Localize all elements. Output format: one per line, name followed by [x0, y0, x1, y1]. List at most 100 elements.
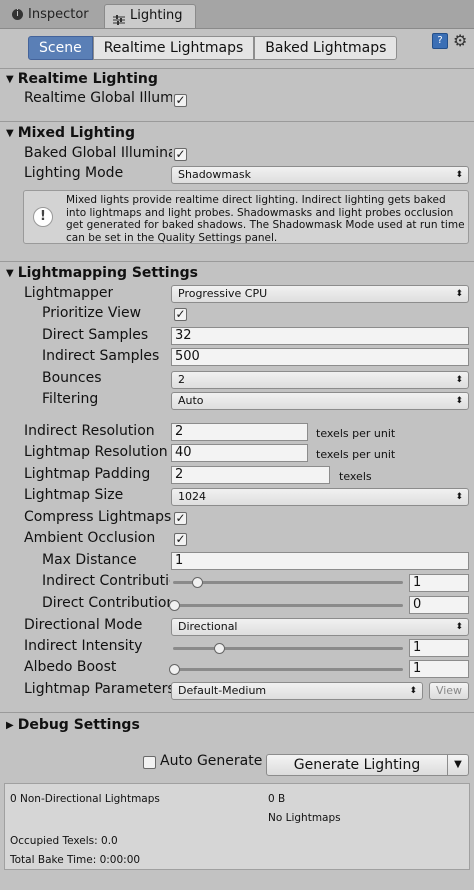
indirect-contribution-label: Indirect Contributio	[42, 573, 170, 589]
indirect-intensity-slider-handle[interactable]	[214, 643, 225, 654]
foldout-expanded-icon: ▼	[6, 74, 14, 85]
lightmap-resolution-label: Lightmap Resolution	[24, 444, 168, 460]
tab-realtime-lightmaps[interactable]: Realtime Lightmaps	[92, 36, 255, 60]
tab-inspector[interactable]: i Inspector	[4, 4, 100, 26]
lightmap-size-dropdown[interactable]: 1024 ⬍	[171, 488, 469, 506]
indirect-contribution-field[interactable]: 1	[409, 574, 469, 592]
max-distance-label: Max Distance	[42, 552, 137, 568]
dropdown-arrow-icon: ⬍	[455, 492, 463, 502]
lightmap-resolution-unit: texels per unit	[316, 448, 396, 461]
lightmapper-label: Lightmapper	[24, 285, 114, 301]
realtime-gi-checkbox[interactable]: ✓	[174, 94, 187, 107]
direct-contribution-slider-handle[interactable]	[169, 600, 180, 611]
ambient-occlusion-checkbox[interactable]: ✓	[174, 533, 187, 546]
indirect-intensity-label: Indirect Intensity	[24, 638, 143, 654]
auto-generate-label: Auto Generate	[160, 753, 263, 769]
lightmapper-dropdown[interactable]: Progressive CPU ⬍	[171, 285, 469, 303]
info-icon: i	[12, 9, 23, 20]
generate-lighting-button[interactable]: Generate Lighting	[266, 754, 448, 776]
indirect-samples-field[interactable]: 500	[171, 348, 469, 366]
view-button[interactable]: View	[429, 682, 469, 700]
albedo-boost-slider-track[interactable]	[173, 668, 403, 671]
direct-contribution-field[interactable]: 0	[409, 596, 469, 614]
section-title: Mixed Lighting	[17, 125, 136, 141]
indirect-contribution-slider-track[interactable]	[173, 581, 403, 584]
indirect-resolution-label: Indirect Resolution	[24, 423, 155, 439]
bounces-value: 2	[178, 373, 185, 386]
bounces-dropdown[interactable]: 2 ⬍	[171, 371, 469, 389]
ambient-occlusion-label: Ambient Occlusion	[24, 530, 156, 546]
section-divider	[0, 261, 474, 262]
compress-lightmaps-checkbox[interactable]: ✓	[174, 512, 187, 525]
tab-inspector-label: Inspector	[28, 7, 89, 22]
lightmapper-value: Progressive CPU	[178, 287, 268, 300]
info-text: Mixed lights provide realtime direct lig…	[66, 194, 465, 244]
tab-scene[interactable]: Scene	[28, 36, 93, 60]
occupied-texels: Occupied Texels: 0.0	[10, 835, 118, 847]
dropdown-arrow-icon: ⬍	[455, 622, 463, 632]
lightmap-padding-field[interactable]: 2	[171, 466, 330, 484]
indirect-samples-label: Indirect Samples	[42, 348, 160, 364]
lighting-mode-dropdown[interactable]: Shadowmask ⬍	[171, 166, 469, 184]
dropdown-arrow-icon: ⬍	[455, 170, 463, 180]
dropdown-arrow-icon: ⬍	[455, 375, 463, 385]
auto-generate-checkbox[interactable]	[143, 756, 156, 769]
directional-mode-value: Directional	[178, 620, 238, 633]
filtering-value: Auto	[178, 394, 204, 407]
filtering-label: Filtering	[42, 391, 99, 407]
prioritize-view-label: Prioritize View	[42, 305, 142, 321]
indirect-intensity-slider-track[interactable]	[173, 647, 403, 650]
direct-contribution-slider-track[interactable]	[173, 604, 403, 607]
direct-samples-label: Direct Samples	[42, 327, 149, 343]
max-distance-field[interactable]: 1	[171, 552, 469, 570]
no-lightmaps-text: No Lightmaps	[268, 812, 341, 824]
lighting-mode-value: Shadowmask	[178, 168, 251, 181]
dropdown-arrow-icon: ⬍	[455, 396, 463, 406]
lightmap-padding-label: Lightmap Padding	[24, 466, 151, 482]
total-bake-time: Total Bake Time: 0:00:00	[10, 854, 141, 866]
tab-lighting-label: Lighting	[130, 8, 183, 23]
section-header-realtime[interactable]: ▼ Realtime Lighting	[6, 71, 158, 87]
lightmap-size-label: Lightmap Size	[24, 487, 124, 503]
mixed-lighting-info-box: ! Mixed lights provide realtime direct l…	[23, 190, 469, 244]
dropdown-arrow-icon: ⬍	[455, 289, 463, 299]
section-header-debug[interactable]: ▶ Debug Settings	[6, 717, 140, 733]
book-icon[interactable]: ?	[432, 33, 448, 49]
albedo-boost-label: Albedo Boost	[24, 659, 117, 675]
direct-samples-field[interactable]: 32	[171, 327, 469, 345]
directional-mode-dropdown[interactable]: Directional ⬍	[171, 618, 469, 636]
section-title: Lightmapping Settings	[17, 265, 198, 281]
baked-gi-label: Baked Global Illumina	[24, 145, 172, 161]
section-title: Realtime Lighting	[17, 71, 158, 87]
bounces-label: Bounces	[42, 370, 102, 386]
generate-lighting-menu-button[interactable]: ▼	[447, 754, 469, 776]
baked-gi-checkbox[interactable]: ✓	[174, 148, 187, 161]
section-header-lightmapping[interactable]: ▼ Lightmapping Settings	[6, 265, 198, 281]
lightmap-parameters-dropdown[interactable]: Default-Medium ⬍	[171, 682, 423, 700]
indirect-intensity-field[interactable]: 1	[409, 639, 469, 657]
lightmap-size-value: 1024	[178, 490, 206, 503]
lightmaps-size: 0 B	[268, 793, 286, 805]
albedo-boost-field[interactable]: 1	[409, 660, 469, 678]
section-divider	[0, 121, 474, 122]
realtime-gi-label: Realtime Global Illumi	[24, 90, 172, 106]
compress-lightmaps-label: Compress Lightmaps	[24, 509, 172, 525]
tab-baked-lightmaps[interactable]: Baked Lightmaps	[254, 36, 398, 60]
lightmap-resolution-field[interactable]: 40	[171, 444, 308, 462]
prioritize-view-checkbox[interactable]: ✓	[174, 308, 187, 321]
foldout-expanded-icon: ▼	[6, 268, 14, 279]
indirect-resolution-field[interactable]: 2	[171, 423, 308, 441]
indirect-contribution-slider-handle[interactable]	[192, 577, 203, 588]
lighting-mode-label: Lighting Mode	[24, 165, 124, 181]
section-divider	[0, 68, 474, 69]
albedo-boost-slider-handle[interactable]	[169, 664, 180, 675]
indirect-resolution-unit: texels per unit	[316, 427, 396, 440]
directional-mode-label: Directional Mode	[24, 617, 143, 633]
lighting-mode-tabs: Scene Realtime Lightmaps Baked Lightmaps	[28, 36, 398, 60]
section-header-mixed[interactable]: ▼ Mixed Lighting	[6, 125, 135, 141]
lightmap-padding-unit: texels	[339, 470, 372, 483]
tab-lighting[interactable]: Lighting	[104, 4, 196, 28]
gear-icon[interactable]: ⚙	[453, 31, 467, 50]
section-title: Debug Settings	[17, 717, 140, 733]
filtering-dropdown[interactable]: Auto ⬍	[171, 392, 469, 410]
